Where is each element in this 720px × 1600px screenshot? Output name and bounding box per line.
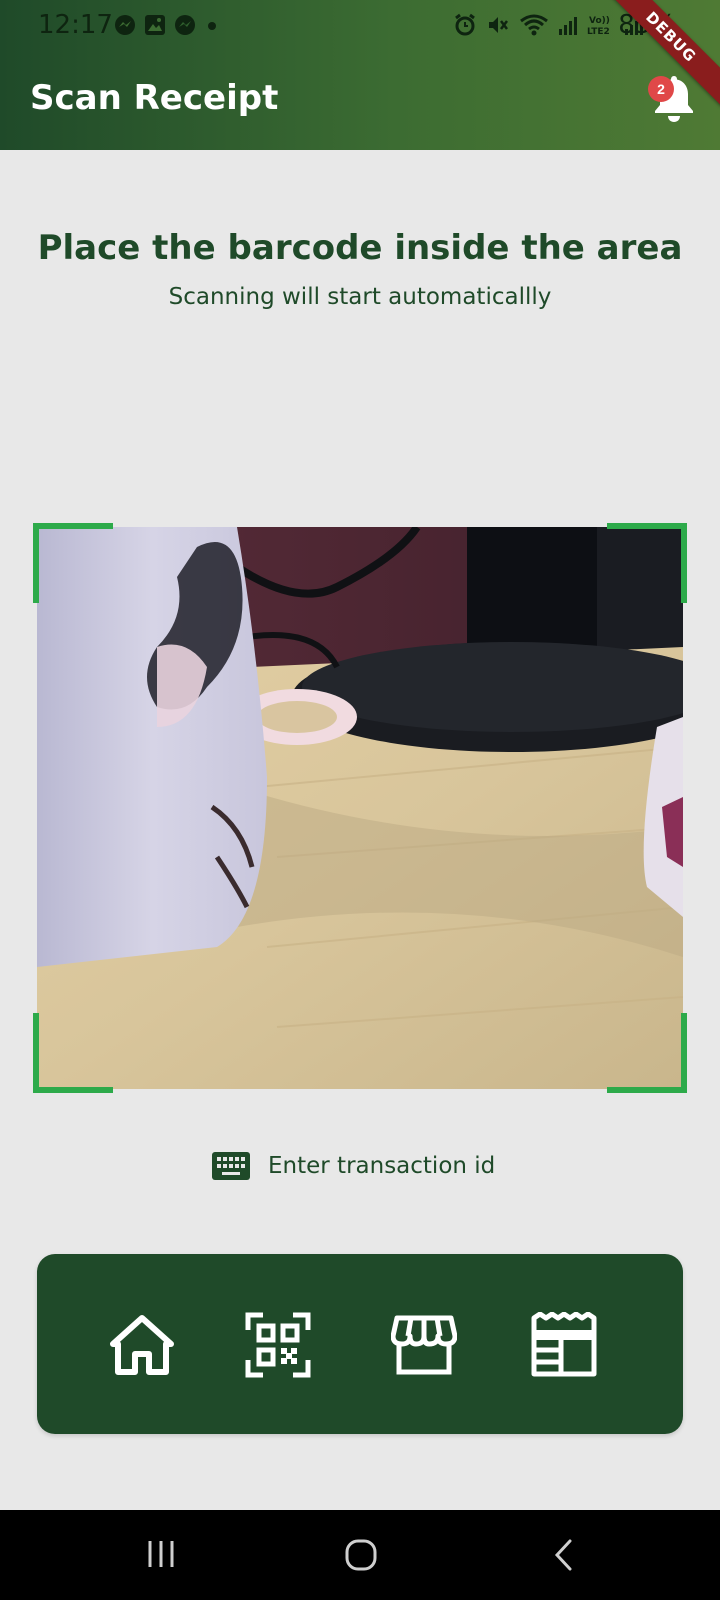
store-icon[interactable] <box>391 1312 457 1378</box>
status-bar: 12:17 Vo))LTE2 85% <box>0 0 720 54</box>
scan-instruction-title: Place the barcode inside the area <box>37 228 683 268</box>
scan-frame-corner-bottom-left <box>33 1013 113 1093</box>
gallery-icon <box>145 15 165 35</box>
scan-frame-corner-top-right <box>607 523 687 603</box>
scan-instruction-subtitle: Scanning will start automaticallly <box>168 284 552 310</box>
status-time: 12:17 <box>38 10 113 40</box>
scan-frame-corner-bottom-right <box>607 1013 687 1093</box>
keyboard-icon <box>212 1152 250 1180</box>
signal-icon <box>559 17 577 35</box>
page-title: Scan Receipt <box>30 78 279 118</box>
messenger-icon <box>175 15 195 35</box>
mute-icon <box>489 17 508 33</box>
notification-icons <box>114 14 220 36</box>
enter-transaction-id-button[interactable]: Enter transaction id <box>212 1146 495 1186</box>
qr-scan-icon[interactable] <box>245 1312 311 1378</box>
svg-text:LTE2: LTE2 <box>587 27 610 37</box>
system-navigation-bar <box>0 1510 720 1600</box>
camera-feed-image <box>37 527 683 1089</box>
messenger-icon <box>115 15 135 35</box>
camera-preview[interactable] <box>37 527 683 1089</box>
bottom-navigation <box>37 1254 683 1434</box>
notification-badge: 2 <box>648 76 674 102</box>
enter-transaction-id-label: Enter transaction id <box>268 1153 496 1179</box>
dot-icon <box>208 22 216 30</box>
alarm-icon <box>455 13 475 36</box>
home-icon[interactable] <box>109 1312 175 1378</box>
system-icons: Vo)) LTE2 <box>453 13 644 37</box>
receipt-icon[interactable] <box>531 1312 597 1378</box>
volte-lte2-icon: Vo))LTE2 <box>587 16 610 37</box>
wifi-icon <box>520 14 548 36</box>
svg-text:Vo)): Vo)) <box>589 16 610 26</box>
recent-apps-icon[interactable] <box>146 1538 176 1570</box>
home-button-icon[interactable] <box>344 1538 378 1572</box>
scan-frame-corner-top-left <box>33 523 113 603</box>
back-icon[interactable] <box>552 1538 576 1572</box>
